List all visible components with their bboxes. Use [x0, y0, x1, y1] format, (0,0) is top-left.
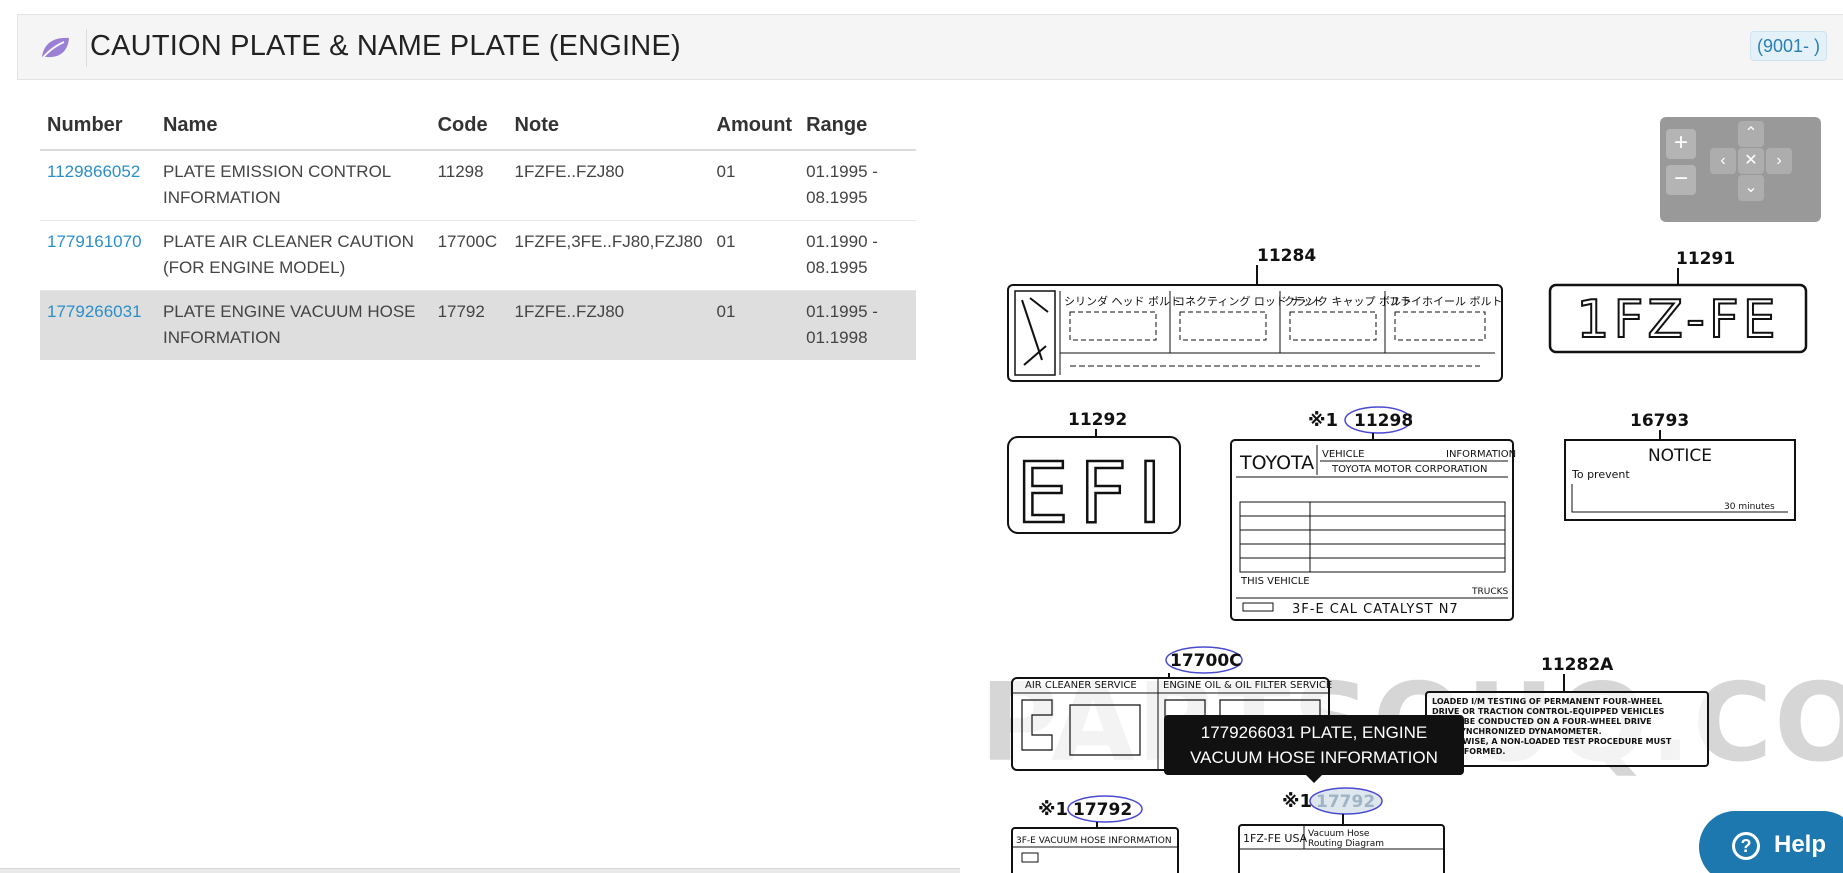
vehicle-text: VEHICLE: [1322, 449, 1365, 460]
zoom-in-button[interactable]: +: [1666, 129, 1696, 159]
table-row-highlighted[interactable]: 1779266031 PLATE ENGINE VACUUM HOSE INFO…: [40, 290, 916, 360]
part-number-link[interactable]: 1779266031: [47, 302, 142, 321]
cell-range: 01.1995 - 08.1995: [799, 149, 916, 221]
this-vehicle-text: THIS VEHICLE: [1240, 576, 1310, 587]
air-cleaner-text: AIR CLEANER SERVICE: [1025, 680, 1137, 691]
cell-name: PLATE EMISSION CONTROL INFORMATION: [155, 149, 431, 221]
column-header-note[interactable]: Note: [507, 108, 710, 151]
jp-text-1: シリンダ ヘッド ボルト: [1064, 294, 1181, 308]
part-number-link[interactable]: 1129866052: [47, 162, 140, 181]
cell-note: 1FZFE..FZJ80: [507, 290, 710, 360]
toyota-text: TOYOTA: [1239, 452, 1314, 474]
cell-range: 01.1995 - 01.1998: [799, 290, 916, 360]
help-button[interactable]: ? Help: [1699, 811, 1843, 873]
cell-code: 11298: [430, 149, 508, 221]
routing-diagram-text: Routing Diagram: [1308, 839, 1384, 849]
range-badge: (9001- ): [1749, 31, 1827, 61]
engine-oil-text: ENGINE OIL & OIL FILTER SERVICE: [1163, 680, 1332, 691]
help-label: Help: [1774, 831, 1827, 858]
reset-view-icon[interactable]: ✕: [1738, 148, 1764, 174]
to-prevent-text: To prevent: [1571, 468, 1630, 481]
part-label-11284[interactable]: 11284: [1257, 246, 1316, 266]
cell-code: 17792: [430, 290, 508, 360]
horizontal-scrollbar[interactable]: [0, 868, 960, 873]
column-header-number[interactable]: Number: [40, 108, 156, 151]
vac-info-text: 3F-E VACUUM HOSE INFORMATION: [1016, 836, 1172, 846]
loaded-text-5: OTHERWISE, A NON-LOADED TEST PROCEDURE M…: [1432, 737, 1672, 746]
header-divider: [86, 29, 87, 67]
pan-up-icon[interactable]: ⌃: [1738, 121, 1764, 147]
cell-number: 1779161070: [40, 220, 156, 291]
cell-amount: 01: [709, 220, 800, 291]
cell-number: 1129866052: [40, 149, 156, 221]
fz-fe-usa-text: 1FZ-FE USA: [1243, 832, 1308, 845]
part-label-11282a[interactable]: 11282A: [1541, 655, 1614, 675]
zoom-controls: + − ⌃ ‹ ✕ › ⌄: [1660, 117, 1821, 222]
part-label-11298[interactable]: 11298: [1354, 411, 1413, 431]
trucks-text: TRUCKS: [1471, 587, 1509, 597]
part-label-16793[interactable]: 16793: [1630, 411, 1689, 431]
asterisk-label-1: ※1: [1308, 410, 1338, 431]
part-number-link[interactable]: 1779161070: [47, 232, 142, 251]
table-header-row: Number Name Code Note Amount Range: [40, 108, 916, 151]
page: CAUTION PLATE & NAME PLATE (ENGINE) (900…: [0, 0, 1843, 873]
jp-text-4: フライホイール ボルト: [1389, 295, 1503, 308]
part-label-17792-right[interactable]: 17792: [1316, 792, 1375, 812]
notice-text: NOTICE: [1648, 446, 1712, 466]
engine-name-plate-text: 1FZ-FE: [1576, 290, 1779, 350]
column-header-code[interactable]: Code: [430, 108, 508, 151]
loaded-text-1: LOADED I/M TESTING OF PERMANENT FOUR-WHE…: [1432, 697, 1662, 706]
pan-right-icon[interactable]: ›: [1766, 148, 1792, 174]
column-header-amount[interactable]: Amount: [709, 108, 800, 151]
cell-amount: 01: [709, 149, 800, 221]
vacuum-hose-text: Vacuum Hose: [1308, 829, 1370, 839]
parts-table-container: Number Name Code Note Amount Range 11298…: [40, 108, 916, 360]
pan-left-icon[interactable]: ‹: [1710, 148, 1736, 174]
zoom-out-button[interactable]: −: [1666, 165, 1696, 195]
loaded-text-3: SHALL BE CONDUCTED ON A FOUR-WHEEL DRIVE: [1432, 717, 1652, 726]
cell-code: 17700C: [430, 220, 508, 291]
part-label-11292[interactable]: 11292: [1068, 410, 1127, 430]
tooltip-arrow: [1306, 775, 1322, 783]
cell-note: 1FZFE,3FE..FJ80,FZJ80: [507, 220, 710, 291]
tooltip-line-2: VACUUM HOSE INFORMATION: [1190, 748, 1438, 767]
column-header-name[interactable]: Name: [155, 108, 431, 151]
part-label-11291[interactable]: 11291: [1676, 249, 1735, 269]
pan-down-icon[interactable]: ⌄: [1738, 175, 1764, 201]
part-label-17792-left[interactable]: 17792: [1073, 800, 1132, 820]
table-row[interactable]: 1779161070 PLATE AIR CLEANER CAUTION (FO…: [40, 220, 916, 291]
loaded-text-2: DRIVE OR TRACTION CONTROL-EQUIPPED VEHIC…: [1432, 707, 1665, 716]
information-text: INFORMATION: [1446, 449, 1516, 460]
column-header-range[interactable]: Range: [799, 108, 916, 151]
efi-plate-text: EFI: [1016, 444, 1172, 542]
catalyst-text: 3F-E CAL CATALYST N7: [1292, 602, 1459, 617]
cell-number: 1779266031: [40, 290, 156, 360]
corporation-text: TOYOTA MOTOR CORPORATION: [1331, 464, 1488, 475]
page-title: CAUTION PLATE & NAME PLATE (ENGINE): [90, 30, 681, 62]
page-header: CAUTION PLATE & NAME PLATE (ENGINE) (900…: [17, 14, 1843, 80]
cell-range: 01.1990 - 08.1995: [799, 220, 916, 291]
cell-note: 1FZFE..FZJ80: [507, 149, 710, 221]
parts-table: Number Name Code Note Amount Range 11298…: [40, 108, 916, 360]
plate-17792-left[interactable]: [1011, 827, 1179, 873]
cell-name: PLATE AIR CLEANER CAUTION (FOR ENGINE MO…: [155, 220, 431, 291]
asterisk-label-2: ※1: [1038, 799, 1068, 820]
part-label-17700c[interactable]: 17700C: [1170, 651, 1242, 671]
asterisk-label-3: ※1: [1282, 791, 1312, 812]
cell-name: PLATE ENGINE VACUUM HOSE INFORMATION: [155, 290, 431, 360]
leaf-icon: [40, 37, 69, 61]
part-tooltip: 1779266031 PLATE, ENGINE VACUUM HOSE INF…: [1164, 715, 1464, 783]
minutes-text: 30 minutes: [1724, 502, 1775, 512]
table-row[interactable]: 1129866052 PLATE EMISSION CONTROL INFORM…: [40, 149, 916, 221]
cell-amount: 01: [709, 290, 800, 360]
tooltip-line-1: 1779266031 PLATE, ENGINE: [1200, 723, 1428, 742]
question-icon: ?: [1732, 832, 1760, 860]
